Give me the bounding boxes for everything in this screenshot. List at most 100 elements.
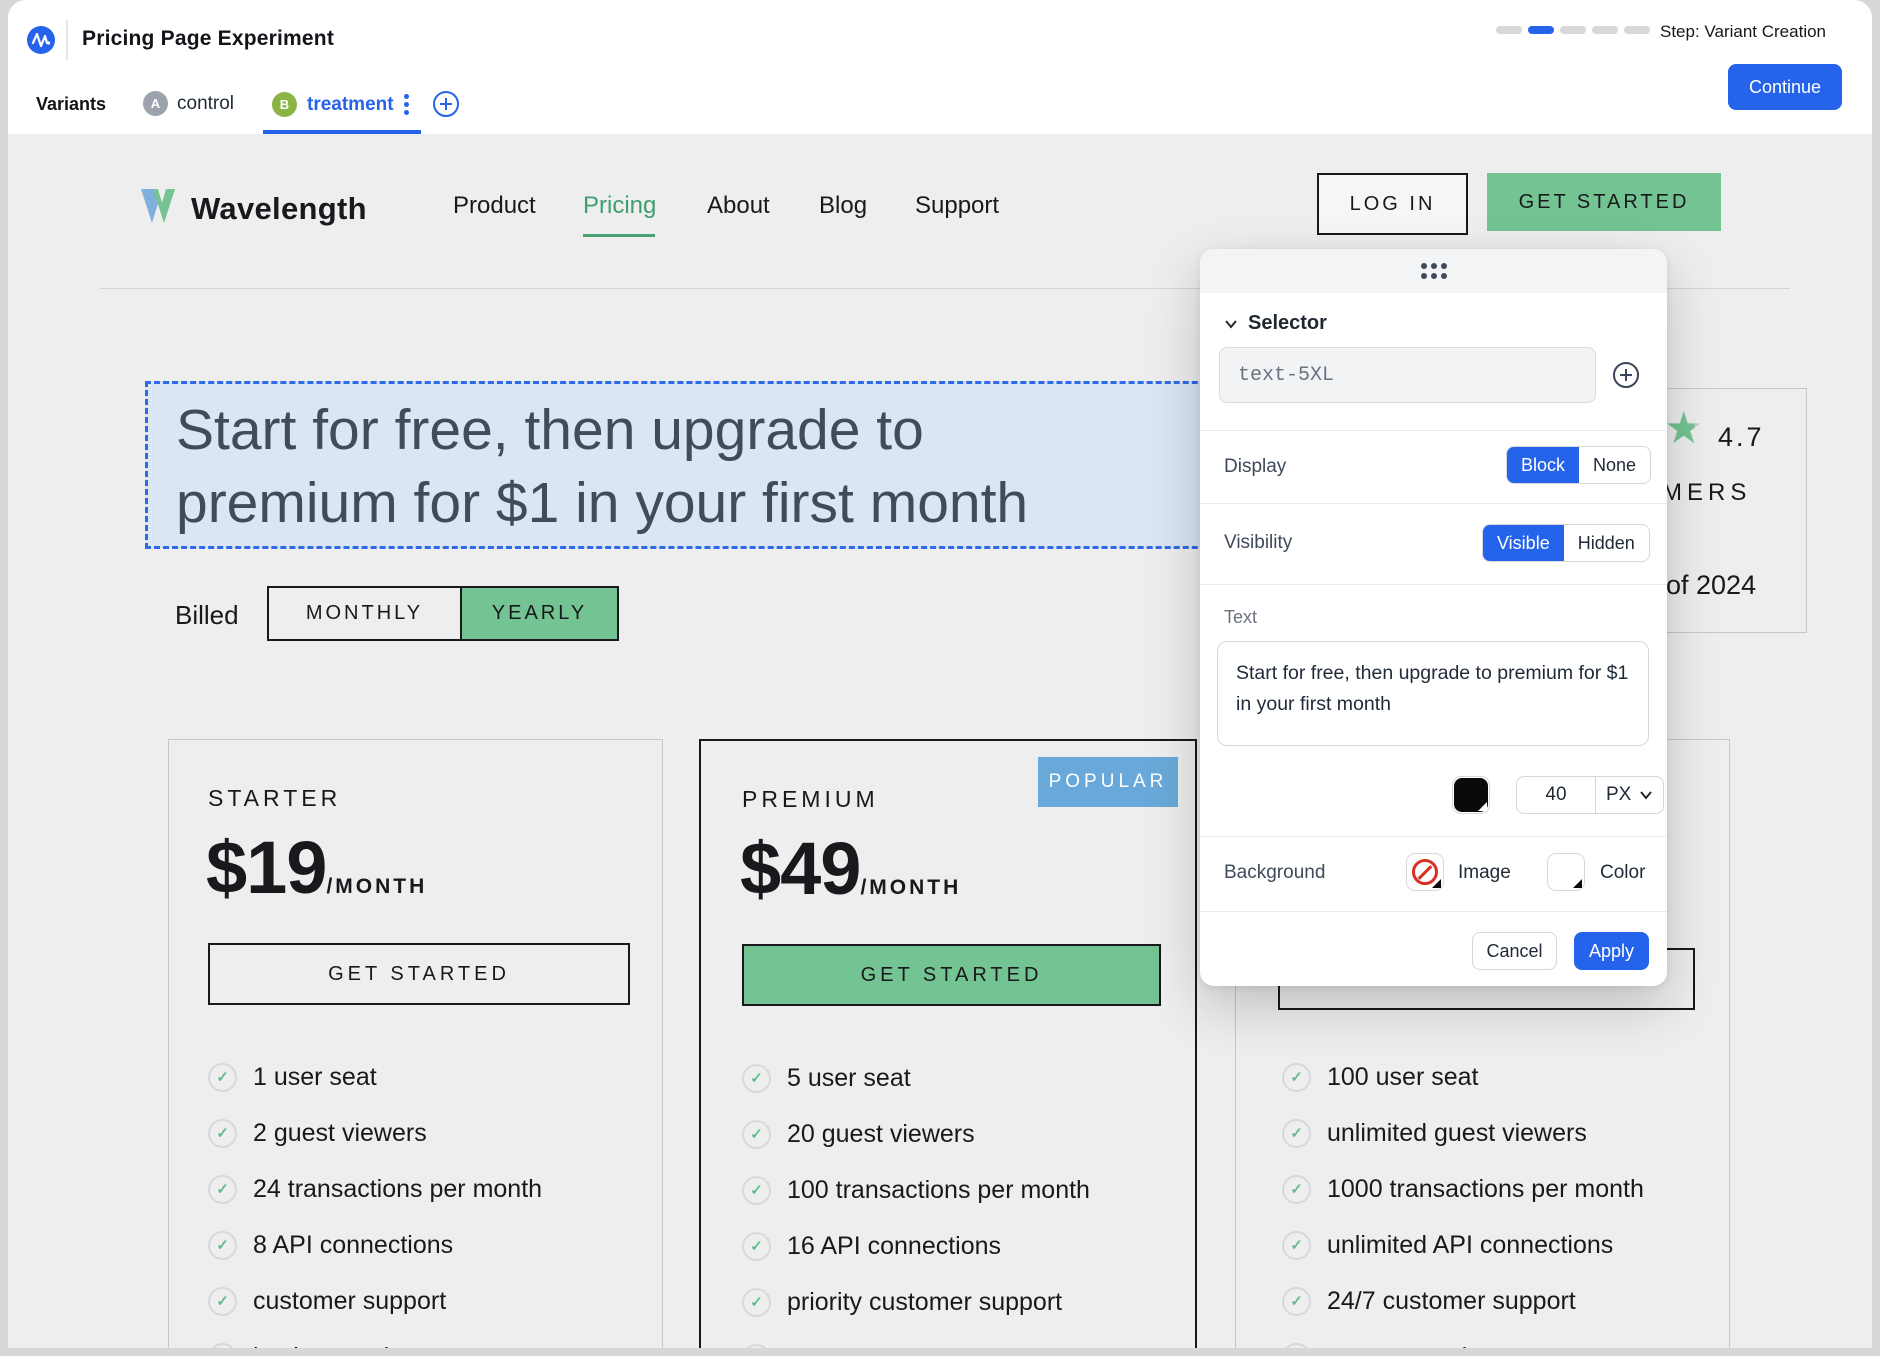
- text-color-swatch[interactable]: [1452, 776, 1490, 814]
- nav-blog[interactable]: Blog: [819, 192, 867, 220]
- background-color-label: Color: [1600, 862, 1645, 884]
- check-icon: ✓: [1282, 1231, 1311, 1260]
- popup-drag-handle[interactable]: [1200, 249, 1667, 293]
- variants-label: Variants: [36, 94, 106, 115]
- rating-score: 4.7: [1718, 422, 1765, 453]
- background-color-button[interactable]: [1547, 853, 1585, 891]
- nav-about[interactable]: About: [707, 192, 770, 220]
- chevron-down-icon[interactable]: [1224, 317, 1238, 331]
- nav-product[interactable]: Product: [453, 192, 536, 220]
- feature-row: ✓2 guest viewers: [208, 1118, 542, 1148]
- nav-pricing[interactable]: Pricing: [583, 192, 656, 220]
- feature-row: ✓24 transactions per month: [208, 1174, 542, 1204]
- variant-a-name: control: [177, 93, 234, 115]
- check-icon: ✓: [742, 1064, 771, 1093]
- check-icon: ✓: [208, 1287, 237, 1316]
- drag-grip-icon: [1421, 263, 1447, 279]
- site-logo[interactable]: Wavelength: [135, 185, 367, 232]
- element-editor-popup: Selector Display Block None Visibility V…: [1200, 249, 1667, 986]
- feature-row: ✓priority customer support: [742, 1287, 1090, 1317]
- check-icon: ✓: [1282, 1343, 1311, 1349]
- background-image-label: Image: [1458, 862, 1511, 884]
- apply-button[interactable]: Apply: [1574, 932, 1649, 970]
- tab-variant-treatment[interactable]: B treatment: [272, 91, 409, 118]
- variant-b-badge: B: [272, 92, 297, 117]
- experiment-title: Pricing Page Experiment: [82, 27, 334, 51]
- nav-support[interactable]: Support: [915, 192, 999, 220]
- display-label: Display: [1224, 456, 1286, 478]
- unit-value: PX: [1606, 784, 1631, 806]
- background-image-button[interactable]: [1406, 853, 1444, 891]
- visibility-segment: Visible Hidden: [1482, 524, 1650, 562]
- chrome-divider: [66, 20, 68, 60]
- continue-button[interactable]: Continue: [1728, 64, 1842, 110]
- feature-row: ✓100 user seat: [1282, 1062, 1644, 1092]
- check-icon: ✓: [208, 1063, 237, 1092]
- tab-variant-control[interactable]: A control: [143, 91, 234, 116]
- check-icon: ✓: [208, 1231, 237, 1260]
- progress-step-5: [1624, 26, 1650, 34]
- check-icon: ✓: [1282, 1287, 1311, 1316]
- nav-get-started-button[interactable]: GET STARTED: [1487, 173, 1721, 231]
- progress-step-1: [1496, 26, 1522, 34]
- selector-input[interactable]: [1219, 347, 1596, 403]
- plan-cta-button[interactable]: GET STARTED: [742, 944, 1161, 1006]
- check-icon: ✓: [742, 1232, 771, 1261]
- font-size-control: PX: [1516, 776, 1664, 814]
- text-value-textarea[interactable]: Start for free, then upgrade to premium …: [1217, 641, 1649, 746]
- selector-section-title: Selector: [1248, 312, 1327, 335]
- cancel-button[interactable]: Cancel: [1472, 932, 1557, 970]
- feature-row: ✓super reporting: [1282, 1342, 1644, 1348]
- billing-yearly-button[interactable]: YEARLY: [460, 588, 617, 639]
- billing-monthly-button[interactable]: MONTHLY: [269, 588, 460, 639]
- selected-headline-block[interactable]: Start for free, then upgrade to premium …: [145, 381, 1270, 549]
- check-icon: ✓: [208, 1343, 237, 1349]
- chevron-down-icon: [1639, 788, 1653, 802]
- feature-row: ✓24/7 customer support: [1282, 1286, 1644, 1316]
- check-icon: ✓: [208, 1175, 237, 1204]
- check-icon: ✓: [208, 1119, 237, 1148]
- progress-step-3: [1560, 26, 1586, 34]
- site-brand: Wavelength: [191, 191, 367, 227]
- font-size-input[interactable]: [1517, 777, 1595, 813]
- feature-row: ✓8 API connections: [208, 1230, 542, 1260]
- feature-row: ✓1 user seat: [208, 1062, 542, 1092]
- feature-row: ✓20 guest viewers: [742, 1119, 1090, 1149]
- visibility-hidden-option[interactable]: Hidden: [1564, 525, 1649, 561]
- visibility-label: Visibility: [1224, 532, 1292, 554]
- feature-row: ✓advanced reporting: [742, 1343, 1090, 1348]
- add-variant-button[interactable]: [432, 90, 460, 123]
- feature-row: ✓customer support: [208, 1286, 542, 1316]
- feature-row: ✓unlimited API connections: [1282, 1230, 1644, 1260]
- progress-step-2: [1528, 26, 1554, 34]
- plan-period: /MONTH: [326, 875, 427, 899]
- step-label: Step: Variant Creation: [1660, 22, 1826, 42]
- wavelength-logo-icon: [135, 185, 181, 232]
- progress-step-4: [1592, 26, 1618, 34]
- check-icon: ✓: [742, 1120, 771, 1149]
- add-selector-icon[interactable]: [1612, 361, 1640, 394]
- display-none-option[interactable]: None: [1579, 447, 1650, 483]
- text-label: Text: [1224, 607, 1257, 628]
- plan-name: PREMIUM: [742, 786, 879, 813]
- plan-price: $49: [740, 826, 860, 911]
- feature-row: ✓basic reporting: [208, 1342, 542, 1348]
- check-icon: ✓: [742, 1288, 771, 1317]
- check-icon: ✓: [1282, 1063, 1311, 1092]
- unit-dropdown[interactable]: PX: [1595, 777, 1663, 813]
- display-block-option[interactable]: Block: [1507, 447, 1579, 483]
- variant-menu-icon[interactable]: [404, 91, 409, 118]
- plan-name: STARTER: [208, 785, 341, 812]
- headline-line1: Start for free, then upgrade to: [176, 394, 1028, 467]
- popular-badge: POPULAR: [1038, 757, 1178, 807]
- plan-period: /MONTH: [860, 876, 961, 900]
- feature-row: ✓5 user seat: [742, 1063, 1090, 1093]
- check-icon: ✓: [1282, 1175, 1311, 1204]
- feature-row: ✓16 API connections: [742, 1231, 1090, 1261]
- plan-card-starter: STARTER $19 /MONTH GET STARTED ✓1 user s…: [168, 739, 663, 1348]
- plan-cta-button[interactable]: GET STARTED: [208, 943, 630, 1005]
- check-icon: ✓: [742, 1344, 771, 1349]
- variant-a-badge: A: [143, 91, 168, 116]
- login-button[interactable]: LOG IN: [1317, 173, 1468, 235]
- visibility-visible-option[interactable]: Visible: [1483, 525, 1564, 561]
